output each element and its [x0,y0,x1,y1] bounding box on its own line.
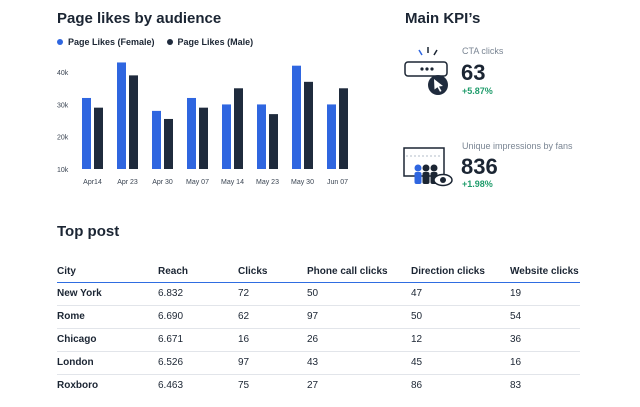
bar-female[interactable] [152,110,161,169]
y-tick-label: 20k [57,135,69,142]
x-tick-label: May 14 [221,179,244,186]
cell-direction-clicks: 50 [411,305,510,329]
table-row: Rome 6.690 62 97 50 54 [57,305,580,329]
bar-chart: 10k 20k 30k 40k Apr14 Apr 23 Apr 30 May 07 May 1… [57,62,348,186]
table-header-row: City Reach Clicks Phone call clicks Dire… [57,262,580,282]
bar-male[interactable] [339,88,348,169]
column-header-city[interactable]: City [57,262,158,282]
cell-city: Rome [57,305,158,329]
cell-direction-clicks: 47 [411,282,510,306]
cell-reach: 6.832 [158,282,238,306]
audience-eye-icon [403,147,453,187]
kpi-cta-clicks: CTA clicks 63 +5.87% [400,42,600,102]
kpi-label-impressions: Unique impressions by fans [462,141,573,151]
cell-phone-call-clicks: 97 [307,305,411,329]
y-tick-label: 10k [57,167,69,174]
x-tick-label: Apr14 [83,179,102,186]
cell-reach: 6.671 [158,328,238,352]
cell-website-clicks: 36 [510,328,580,352]
bar-male[interactable] [94,107,103,169]
cell-reach: 6.463 [158,380,184,392]
bar-male[interactable] [164,118,173,169]
kpi-label-cta: CTA clicks [462,46,504,56]
bar-male[interactable] [234,88,243,169]
kpi-value-impressions: 836 [461,154,498,179]
cursor-click-icon [404,47,448,95]
cell-phone-call-clicks: 43 [307,351,411,375]
cell-city: Roxboro [57,380,99,392]
cell-direction-clicks: 12 [411,328,510,352]
bar-female[interactable] [82,97,91,169]
y-tick-label: 40k [57,70,69,77]
bar-female[interactable] [222,104,231,169]
table-row: New York 6.832 72 50 47 19 [57,282,580,306]
kpi-change-cta: +5.87% [462,86,493,96]
column-header-website-clicks[interactable]: Website clicks [510,262,580,282]
cell-city: London [57,351,158,375]
bar-male[interactable] [129,75,138,169]
bar-female[interactable] [117,62,126,170]
cell-reach: 6.690 [158,305,238,329]
bar-male[interactable] [304,81,313,169]
cell-clicks: 62 [238,305,307,329]
cell-reach: 6.526 [158,351,238,375]
cell-clicks: 75 [238,380,250,392]
cell-website-clicks: 54 [510,305,580,329]
x-tick-label: May 30 [291,179,314,186]
bar-female[interactable] [187,97,196,169]
column-header-clicks[interactable]: Clicks [238,262,307,282]
table-row: Chicago 6.671 16 26 12 36 [57,328,580,352]
cell-website-clicks: 16 [510,351,580,375]
bar-female[interactable] [257,104,266,169]
kpi-value-cta: 63 [461,60,486,85]
y-tick-label: 30k [57,102,69,109]
cell-clicks: 72 [238,282,307,306]
kpi-change-impressions: +1.98% [462,179,493,189]
column-header-reach[interactable]: Reach [158,262,238,282]
cell-city: Chicago [57,328,158,352]
x-tick-label: May 07 [186,179,209,186]
bar-female[interactable] [292,65,301,169]
cell-website-clicks: 83 [510,380,522,392]
x-tick-label: Apr 30 [152,179,173,186]
column-header-direction-clicks[interactable]: Direction clicks [411,262,510,282]
cell-clicks: 16 [238,328,307,352]
cell-city: New York [57,282,158,306]
x-tick-label: Jun 07 [327,179,348,186]
table-row: Roxboro 6.463 75 27 86 83 [57,374,580,397]
cell-phone-call-clicks: 50 [307,282,411,306]
cell-direction-clicks: 45 [411,351,510,375]
cell-website-clicks: 19 [510,282,580,306]
top-post-table: City Reach Clicks Phone call clicks Dire… [57,262,580,397]
cell-direction-clicks: 86 [411,380,423,392]
bar-male[interactable] [199,107,208,169]
kpi-unique-impressions: Unique impressions by fans 836 +1.98% [400,137,620,197]
kpi-title: Main KPI’s [405,10,481,27]
bar-male[interactable] [269,114,278,169]
cell-clicks: 97 [238,351,307,375]
top-post-title: Top post [57,223,120,240]
column-header-phone-call-clicks[interactable]: Phone call clicks [307,262,411,282]
x-tick-label: Apr 23 [117,179,138,186]
table-row: London 6.526 97 43 45 16 [57,351,580,375]
bar-female[interactable] [327,104,336,169]
cell-phone-call-clicks: 27 [307,380,319,392]
cell-phone-call-clicks: 26 [307,328,411,352]
x-tick-label: May 23 [256,179,279,186]
